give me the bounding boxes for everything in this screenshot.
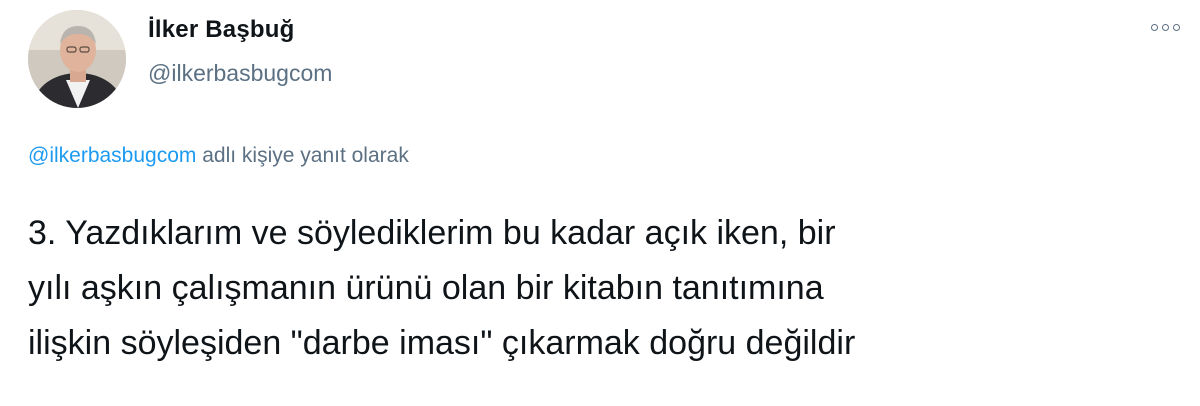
more-options-button[interactable]: [1151, 24, 1180, 31]
more-options-icon-dot: [1162, 24, 1169, 31]
author-handle[interactable]: @ilkerbasbugcom: [148, 60, 332, 87]
avatar-image: [28, 10, 126, 108]
tweet-text-line: 3. Yazdıklarım ve söylediklerim bu kadar…: [28, 214, 836, 252]
avatar[interactable]: [28, 10, 126, 108]
tweet-text-line: ilişkin söyleşiden "darbe iması" çıkarma…: [28, 324, 856, 362]
more-options-icon-dot: [1173, 24, 1180, 31]
more-options-icon: [1151, 24, 1158, 31]
author-info: İlker Başbuğ @ilkerbasbugcom: [148, 16, 332, 87]
reply-context-text: adlı kişiye yanıt olarak: [196, 144, 409, 167]
reply-context: @ilkerbasbugcom adlı kişiye yanıt olarak: [28, 144, 409, 168]
tweet-text: 3. Yazdıklarım ve söylediklerim bu kadar…: [28, 206, 1178, 371]
reply-mention-link[interactable]: @ilkerbasbugcom: [28, 144, 196, 167]
tweet-card: İlker Başbuğ @ilkerbasbugcom @ilkerbasbu…: [0, 0, 1200, 406]
author-display-name[interactable]: İlker Başbuğ: [148, 16, 332, 44]
tweet-text-line: yılı aşkın çalışmanın ürünü olan bir kit…: [28, 269, 824, 307]
